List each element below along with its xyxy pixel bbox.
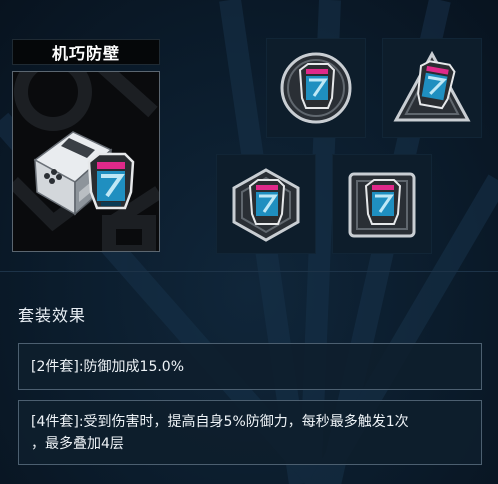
equipment-slot-2[interactable] [382, 38, 482, 138]
two-piece-effect-box: [2件套]:防御加成15.0% [18, 343, 482, 390]
shield-emblem-icon [87, 152, 135, 210]
equipment-slot-3[interactable] [216, 154, 316, 254]
set-effects-heading: 套装效果 [18, 306, 87, 325]
section-divider [0, 271, 498, 272]
four-piece-effect-text-line2: ，最多叠加4层 [31, 436, 124, 452]
equipment-slot-4[interactable] [332, 154, 432, 254]
triangle-badge-emblem-icon [393, 50, 471, 122]
set-preview-image [12, 71, 160, 252]
four-piece-effect-text-line1: [4件套]:受到伤害时，提高自身5%防御力，每秒最多触发1次 [31, 414, 409, 430]
hexagon-badge-emblem-icon [232, 168, 300, 242]
four-piece-effect-box: [4件套]:受到伤害时，提高自身5%防御力，每秒最多触发1次 ，最多叠加4层 [18, 400, 482, 465]
equipment-slot-1[interactable] [266, 38, 366, 138]
square-badge-emblem-icon [348, 172, 416, 238]
set-name-title: 机巧防壁 [12, 39, 160, 65]
round-badge-emblem-icon [280, 52, 352, 124]
two-piece-effect-text: [2件套]:防御加成15.0% [31, 358, 185, 375]
